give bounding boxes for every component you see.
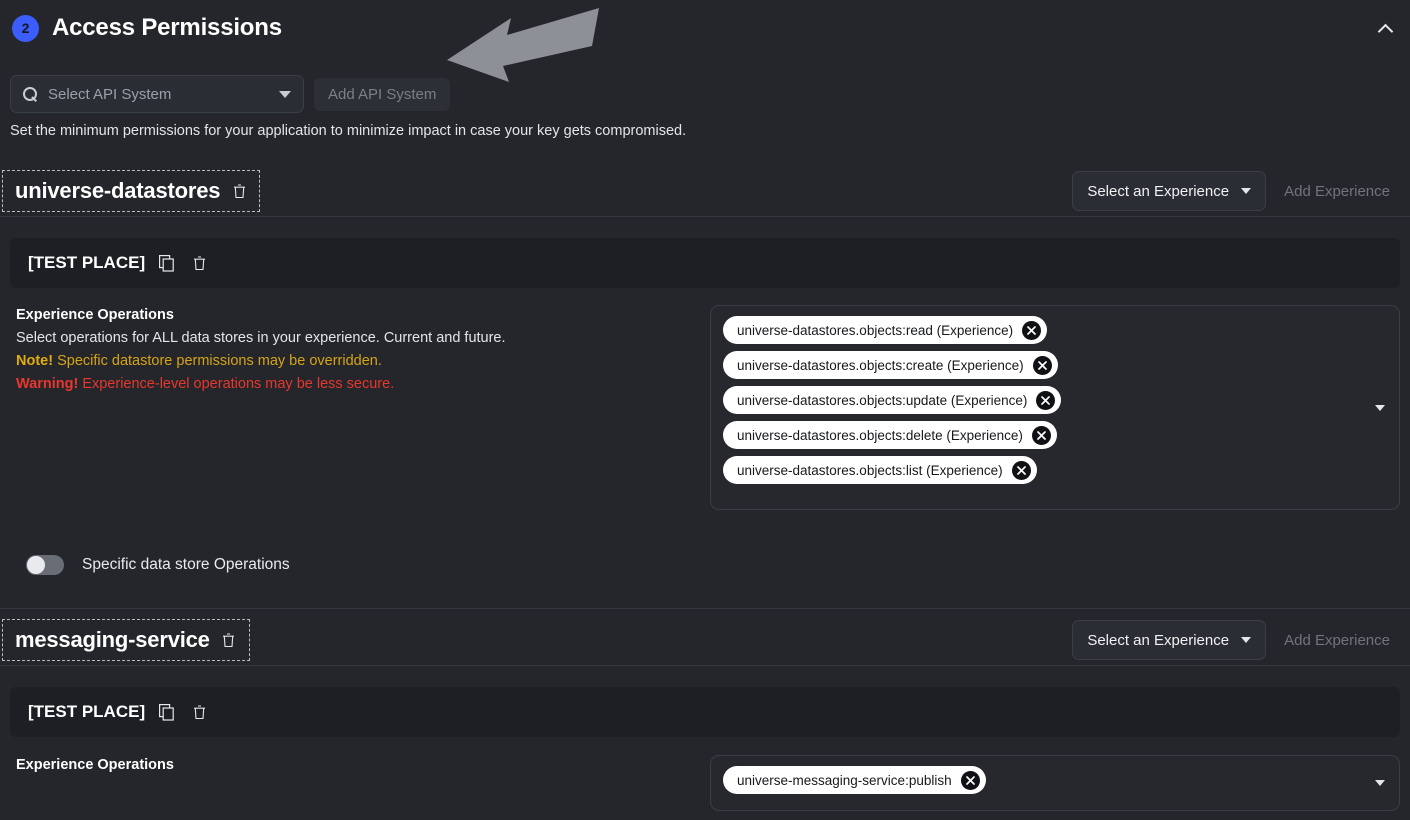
experience-operations-title: Experience Operations xyxy=(16,757,174,773)
warning-prefix: Warning! xyxy=(16,376,79,393)
chip-label: universe-datastores.objects:list (Experi… xyxy=(737,462,1003,478)
copy-icon[interactable] xyxy=(157,253,177,273)
note-prefix: Note! xyxy=(16,353,54,370)
place-name-label: [TEST PLACE] xyxy=(28,702,146,721)
permissions-hint-text: Set the minimum permissions for your app… xyxy=(10,123,687,139)
chevron-down-icon xyxy=(1241,188,1252,194)
chip-label: universe-datastores.objects:update (Expe… xyxy=(737,392,1028,408)
experience-select-label: Select an Experience xyxy=(1087,631,1230,649)
experience-operations-warning: Warning! Experience-level operations may… xyxy=(16,373,706,396)
permission-chip[interactable]: universe-datastores.objects:list (Experi… xyxy=(723,456,1037,484)
trash-icon[interactable] xyxy=(229,181,249,201)
chip-label: universe-datastores.objects:create (Expe… xyxy=(737,357,1024,373)
close-circle-icon[interactable] xyxy=(1011,460,1031,480)
experience-operations-info: Experience Operations xyxy=(16,757,706,777)
chips-list: universe-messaging-service:publish xyxy=(723,766,1387,794)
access-permissions-page: 2 Access Permissions Select API System A… xyxy=(0,0,1410,820)
experience-operations-chips-field[interactable]: universe-datastores.objects:read (Experi… xyxy=(710,305,1400,510)
note-text: Specific datastore permissions may be ov… xyxy=(53,353,382,370)
experience-controls: Select an Experience Add Experience xyxy=(1072,171,1400,211)
specific-datastore-toggle-row: Specific data store Operations xyxy=(26,555,290,575)
service-name-label: messaging-service xyxy=(15,627,210,652)
chip-label: universe-datastores.objects:read (Experi… xyxy=(737,322,1014,338)
service-header-row: universe-datastores Select an Experience… xyxy=(0,163,1410,219)
toggle-label: Specific data store Operations xyxy=(82,556,290,573)
chevron-up-icon xyxy=(1377,23,1393,39)
specific-data-store-operations-toggle[interactable] xyxy=(26,555,64,575)
place-bar: [TEST PLACE] xyxy=(10,687,1400,737)
search-icon xyxy=(23,86,38,102)
chevron-down-icon[interactable] xyxy=(1375,404,1385,411)
service-name-label: universe-datastores xyxy=(15,178,221,203)
api-system-selector-row: Select API System Add API System xyxy=(10,75,451,113)
page-title: Access Permissions xyxy=(52,14,282,41)
service-header-row: messaging-service Select an Experience A… xyxy=(0,612,1410,668)
divider xyxy=(0,608,1410,609)
experience-operations-title: Experience Operations xyxy=(16,307,174,323)
toggle-knob xyxy=(27,556,45,574)
trash-icon[interactable] xyxy=(189,253,209,273)
permission-chip[interactable]: universe-messaging-service:publish xyxy=(723,766,986,794)
chevron-down-icon[interactable] xyxy=(1375,780,1385,786)
divider xyxy=(0,665,1410,666)
permission-chip[interactable]: universe-datastores.objects:update (Expe… xyxy=(723,386,1062,414)
trash-icon[interactable] xyxy=(219,630,239,650)
close-circle-icon[interactable] xyxy=(960,770,980,790)
experience-operations-chips-field[interactable]: universe-messaging-service:publish xyxy=(710,755,1400,811)
close-circle-icon[interactable] xyxy=(1031,425,1051,445)
experience-select[interactable]: Select an Experience xyxy=(1072,171,1267,211)
close-circle-icon[interactable] xyxy=(1022,320,1042,340)
permission-chip[interactable]: universe-datastores.objects:delete (Expe… xyxy=(723,421,1057,449)
experience-operations-info: Experience Operations Select operations … xyxy=(16,307,706,397)
add-experience-button[interactable]: Add Experience xyxy=(1274,173,1400,209)
place-bar: [TEST PLACE] xyxy=(10,238,1400,288)
chips-list: universe-datastores.objects:read (Experi… xyxy=(723,316,1387,484)
experience-operations-description: Select operations for ALL data stores in… xyxy=(16,330,506,346)
permission-chip[interactable]: universe-datastores.objects:read (Experi… xyxy=(723,316,1048,344)
section-header: 2 Access Permissions xyxy=(0,0,1410,56)
place-name-label: [TEST PLACE] xyxy=(28,253,146,272)
step-number-badge: 2 xyxy=(12,14,39,42)
chip-label: universe-messaging-service:publish xyxy=(737,772,952,788)
experience-select-label: Select an Experience xyxy=(1087,182,1230,200)
trash-icon[interactable] xyxy=(189,702,209,722)
collapse-section-button[interactable] xyxy=(1370,14,1400,44)
service-name-field[interactable]: messaging-service xyxy=(2,619,250,661)
permission-chip[interactable]: universe-datastores.objects:create (Expe… xyxy=(723,351,1058,379)
close-circle-icon[interactable] xyxy=(1036,390,1056,410)
experience-controls: Select an Experience Add Experience xyxy=(1072,620,1400,660)
warning-text: Experience-level operations may be less … xyxy=(78,376,395,393)
add-api-system-button[interactable]: Add API System xyxy=(314,77,451,111)
chevron-down-icon xyxy=(279,90,291,98)
divider xyxy=(0,216,1410,217)
experience-operations-note: Note! Specific datastore permissions may… xyxy=(16,350,706,373)
chevron-down-icon xyxy=(1241,637,1252,643)
copy-icon[interactable] xyxy=(157,702,177,722)
close-circle-icon[interactable] xyxy=(1032,355,1052,375)
service-name-field[interactable]: universe-datastores xyxy=(2,170,261,212)
api-system-select[interactable]: Select API System xyxy=(10,75,304,113)
experience-select[interactable]: Select an Experience xyxy=(1072,620,1267,660)
api-system-placeholder: Select API System xyxy=(48,85,172,103)
add-experience-button[interactable]: Add Experience xyxy=(1274,622,1400,658)
chip-label: universe-datastores.objects:delete (Expe… xyxy=(737,427,1023,443)
